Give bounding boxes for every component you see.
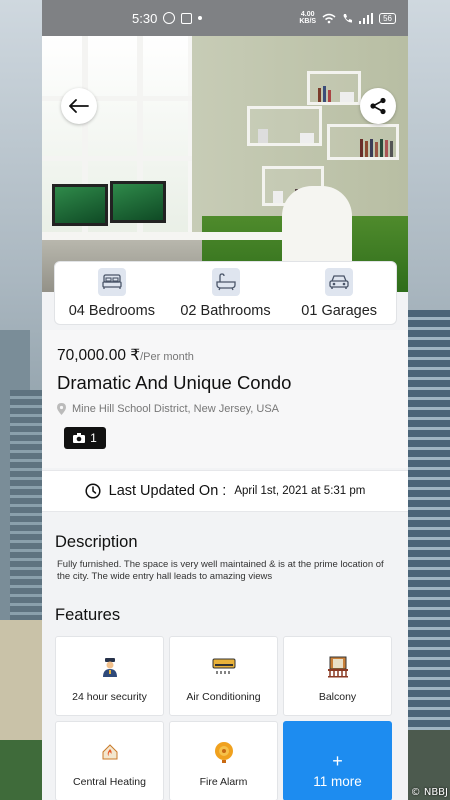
background-right: © NBBJ: [408, 0, 450, 800]
price-period: /Per month: [140, 351, 194, 363]
balcony-icon: [326, 655, 350, 679]
last-updated-date: April 1st, 2021 at 5:31 pm: [234, 485, 366, 497]
amenity-label: 02 Bathrooms: [180, 303, 271, 319]
bed-icon: [97, 268, 126, 296]
network-speed: 4.00 KB/S: [299, 11, 317, 25]
notification-icon: [181, 12, 193, 24]
feature-fire-alarm[interactable]: Fire Alarm: [169, 721, 278, 800]
arrow-left-icon: [69, 99, 89, 113]
battery-indicator: 56: [379, 12, 396, 24]
more-features-label: 11 more: [313, 773, 362, 789]
amenity-bathrooms: 02 Bathrooms: [169, 262, 283, 324]
call-icon: [343, 13, 353, 23]
back-button[interactable]: [61, 88, 97, 124]
signal-icon: [359, 12, 374, 24]
car-icon: [325, 268, 354, 296]
amenity-bedrooms: 04 Bedrooms: [55, 262, 169, 324]
photo-desk: [42, 232, 312, 240]
description-text: Fully furnished. The space is very well …: [57, 559, 384, 582]
location-text: Mine Hill School District, New Jersey, U…: [72, 403, 280, 415]
property-title: Dramatic And Unique Condo: [57, 372, 292, 393]
features-heading: Features: [55, 606, 121, 624]
property-photo[interactable]: [42, 36, 408, 292]
photo-monitor-right: [110, 181, 166, 223]
feature-air-conditioning[interactable]: Air Conditioning: [169, 636, 278, 716]
amenity-label: 01 Garages: [301, 303, 378, 319]
feature-security[interactable]: 24 hour security: [55, 636, 164, 716]
feature-label: Air Conditioning: [186, 691, 261, 703]
last-updated-bar: Last Updated On : April 1st, 2021 at 5:3…: [42, 470, 408, 512]
status-time: 5:30: [132, 10, 158, 26]
background-left: [0, 0, 42, 800]
amenity-garages: 01 Garages: [282, 262, 396, 324]
listing-info: 70,000.00 ₹/Per month Dramatic And Uniqu…: [42, 330, 408, 468]
fire-alarm-icon: [212, 740, 236, 764]
bathtub-icon: [211, 268, 240, 296]
more-features-button[interactable]: + 11 more: [283, 721, 392, 800]
app-screen: 5:30 4.00 KB/S 56 04 Bedrooms 02 Bathroo…: [42, 0, 408, 800]
share-icon: [370, 97, 386, 115]
description-heading: Description: [55, 533, 138, 551]
camera-icon: [73, 433, 86, 443]
photo-count: 1: [90, 431, 97, 445]
feature-label: 24 hour security: [72, 691, 147, 703]
status-bar: 5:30 4.00 KB/S 56: [42, 0, 408, 36]
feature-label: Balcony: [318, 691, 357, 703]
clock-icon: [85, 483, 101, 499]
feature-label: Fire Alarm: [199, 776, 248, 788]
amenity-label: 04 Bedrooms: [68, 303, 155, 319]
air-conditioner-icon: [212, 655, 236, 679]
more-notifications-dot: [198, 16, 203, 20]
price: 70,000.00 ₹/Per month: [57, 346, 194, 365]
property-location: Mine Hill School District, New Jersey, U…: [57, 403, 279, 415]
last-updated-label: Last Updated On :: [108, 483, 227, 499]
photo-count-badge[interactable]: 1: [64, 427, 106, 449]
feature-label: Central Heating: [73, 776, 146, 788]
price-amount: 70,000.00 ₹: [57, 347, 141, 364]
watermark: © NBBJ: [410, 787, 448, 798]
amenities-card: 04 Bedrooms 02 Bathrooms 01 Garages: [54, 261, 397, 325]
share-button[interactable]: [360, 88, 396, 124]
plus-icon: +: [332, 750, 343, 771]
feature-central-heating[interactable]: Central Heating: [55, 721, 164, 800]
features-grid: 24 hour security Air Conditioning Balcon…: [55, 636, 392, 800]
feature-balcony[interactable]: Balcony: [283, 636, 392, 716]
location-pin-icon: [57, 403, 66, 415]
heating-icon: [98, 740, 122, 764]
wifi-icon: [322, 13, 336, 23]
whatsapp-icon: [163, 12, 176, 24]
security-guard-icon: [98, 655, 122, 679]
photo-monitor-left: [52, 184, 108, 226]
